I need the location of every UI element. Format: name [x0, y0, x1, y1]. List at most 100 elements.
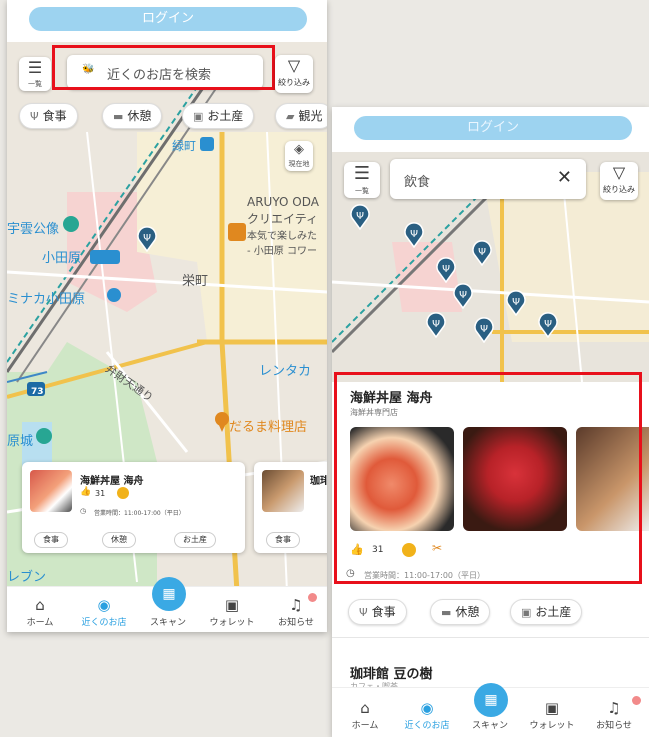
- svg-text:Ψ: Ψ: [512, 297, 520, 308]
- card-chip-meal[interactable]: 食事: [34, 532, 68, 548]
- nav-scan-label: スキャン: [149, 618, 186, 628]
- svg-text:Ψ: Ψ: [410, 229, 418, 240]
- scan-button[interactable]: ▦: [474, 683, 508, 717]
- restaurant-pin-icon[interactable]: Ψ: [472, 317, 496, 343]
- card-chip-souvenir-label: お土産: [183, 535, 207, 544]
- phone-screen-map: ログイン 73 ARUYO ODA クリエイティ 本気で楽しみた - 小田原 コ…: [7, 0, 327, 632]
- scan-button[interactable]: ▦: [152, 577, 186, 611]
- nav-nearby[interactable]: ◉ 近くのお店: [397, 698, 457, 731]
- shop-card-next[interactable]: 珈琲 食事: [254, 462, 327, 553]
- chip-rest[interactable]: ▬ 休憩: [430, 599, 491, 625]
- gift-icon: ▣: [193, 110, 204, 123]
- chip-souvenir-label: お土産: [207, 109, 244, 123]
- nav-wallet[interactable]: ▣ ウォレット: [202, 595, 262, 628]
- restaurant-pin-icon[interactable]: Ψ: [434, 257, 458, 283]
- bed-icon: ▬: [113, 110, 124, 123]
- list-icon: ☰: [353, 163, 371, 184]
- nav-home-label: ホーム: [351, 721, 379, 731]
- clear-icon[interactable]: ✕: [557, 167, 572, 188]
- bed-icon: ▬: [441, 606, 452, 619]
- card-chip-souvenir[interactable]: お土産: [174, 532, 216, 548]
- next-shop-name[interactable]: 珈琲館 豆の樹: [350, 663, 433, 682]
- map-label-aruyo: ARUYO ODA: [247, 195, 319, 209]
- chip-souvenir[interactable]: ▣ お土産: [182, 103, 255, 129]
- map-label-coworking: - 小田原 コワー: [247, 246, 317, 257]
- nav-wallet-label: ウォレット: [529, 721, 575, 731]
- filter-icon: ▽: [287, 56, 301, 75]
- like-count: 31: [95, 489, 106, 498]
- svg-text:Ψ: Ψ: [544, 319, 552, 330]
- fork-knife-icon: Ψ: [359, 606, 368, 619]
- nav-notice-label: お知らせ: [278, 618, 314, 628]
- restaurant-pin-icon[interactable]: Ψ: [424, 312, 448, 338]
- nav-notice-label: お知らせ: [596, 721, 632, 731]
- shop-hours: 営業時間：11:00-17:00（平日）: [94, 510, 185, 517]
- card-chip-rest-label: 休憩: [111, 535, 127, 544]
- login-button[interactable]: ログイン: [354, 116, 632, 140]
- wallet-icon: ▣: [544, 699, 560, 717]
- list-menu-button[interactable]: ☰ 一覧: [344, 162, 380, 198]
- like-icon[interactable]: 👍: [80, 487, 91, 497]
- search-input[interactable]: 飲食 ✕: [390, 159, 586, 199]
- nav-wallet[interactable]: ▣ ウォレット: [522, 698, 582, 731]
- filter-button[interactable]: ▽ 絞り込み: [600, 162, 638, 200]
- map-label-creative: クリエイティ: [247, 212, 319, 226]
- restaurant-pin-icon[interactable]: Ψ: [402, 222, 426, 248]
- shop-name: 海鮮丼屋 海舟: [80, 476, 144, 487]
- park-poi-icon: [63, 216, 79, 232]
- svg-text:Ψ: Ψ: [143, 233, 151, 244]
- nav-home[interactable]: ⌂ ホーム: [10, 595, 70, 628]
- fork-knife-icon: Ψ: [30, 110, 39, 123]
- restaurant-pin-icon[interactable]: Ψ: [504, 290, 528, 316]
- map-label-rental: レンタカ: [259, 364, 312, 379]
- chip-rest-label: 休憩: [455, 605, 480, 619]
- nav-nearby[interactable]: ◉ 近くのお店: [74, 595, 134, 628]
- gift-icon: ▣: [521, 606, 532, 619]
- list-menu-label: 一覧: [355, 187, 369, 195]
- wallet-icon: ▣: [224, 596, 240, 614]
- shop-thumbnail: [30, 470, 72, 512]
- chip-souvenir[interactable]: ▣ お土産: [510, 599, 583, 625]
- bell-icon: ♫: [289, 596, 303, 614]
- chip-meal-label: 食事: [42, 109, 67, 123]
- nav-home[interactable]: ⌂ ホーム: [335, 698, 395, 731]
- chip-meal[interactable]: Ψ 食事: [19, 103, 78, 129]
- restaurant-pin-icon[interactable]: Ψ: [135, 226, 159, 252]
- shop-thumbnail: [262, 470, 304, 512]
- chip-sightseeing-label: 観光: [298, 109, 323, 123]
- svg-text:Ψ: Ψ: [356, 211, 364, 222]
- restaurant-pin-icon[interactable]: Ψ: [536, 312, 560, 338]
- filter-button[interactable]: ▽ 絞り込み: [275, 55, 313, 93]
- route-number-label: 73: [31, 387, 44, 397]
- svg-text:Ψ: Ψ: [480, 324, 488, 335]
- map-label-midori: 緑町: [172, 139, 197, 153]
- card-chip-rest[interactable]: 休憩: [102, 532, 136, 548]
- chip-souvenir-label: お土産: [535, 605, 572, 619]
- highlight-box-shop-detail: [334, 372, 642, 584]
- map-label-yukumo: 宇雲公像: [7, 222, 60, 237]
- castle-poi-icon: [36, 428, 52, 444]
- chip-rest-label: 休憩: [127, 109, 152, 123]
- svg-text:Ψ: Ψ: [459, 290, 467, 301]
- chip-meal-label: 食事: [371, 605, 396, 619]
- restaurant-pin-icon[interactable]: Ψ: [348, 204, 372, 230]
- restaurant-pin-icon[interactable]: Ψ: [470, 240, 494, 266]
- map-label-castle: 原城: [7, 434, 34, 449]
- car-icon: ▰: [286, 110, 295, 123]
- compass-icon: ◈: [294, 142, 304, 157]
- restaurant-pin-icon[interactable]: Ψ: [451, 283, 475, 309]
- card-chip-meal[interactable]: 食事: [266, 532, 300, 548]
- list-menu-button[interactable]: ☰ 一覧: [19, 57, 51, 91]
- map-label-mina: ミナカ小田原: [7, 292, 86, 307]
- card-chip-meal-label: 食事: [275, 535, 291, 544]
- chip-rest[interactable]: ▬ 休憩: [102, 103, 163, 129]
- login-button[interactable]: ログイン: [29, 7, 307, 31]
- shop-card[interactable]: 海鮮丼屋 海舟 👍 31 ◷ 営業時間：11:00-17:00（平日） 食事 休…: [22, 462, 245, 553]
- clock-icon: ◷: [80, 507, 87, 515]
- cafe-poi-icon: [228, 223, 246, 241]
- chip-sightseeing[interactable]: ▰ 観光: [275, 103, 327, 129]
- chip-meal[interactable]: Ψ 食事: [348, 599, 407, 625]
- svg-text:Ψ: Ψ: [478, 247, 486, 258]
- current-location-button[interactable]: ◈ 現在地: [285, 141, 313, 171]
- nav-notice[interactable]: ♫ お知らせ: [266, 595, 326, 628]
